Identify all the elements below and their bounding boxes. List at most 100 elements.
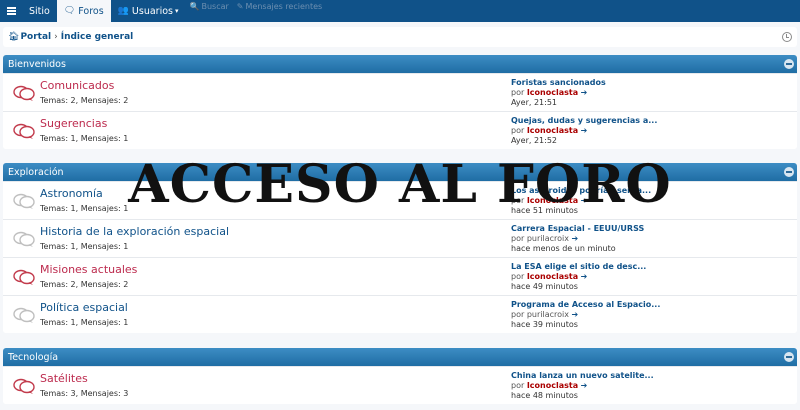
last-post-by: por xyxy=(511,88,525,97)
arrow-right-icon[interactable]: ➔ xyxy=(581,272,588,281)
forum-name[interactable]: Misiones actuales xyxy=(40,263,137,276)
forum-name[interactable]: Comunicados xyxy=(40,79,114,92)
last-post: La ESA elige el sitio de desc... por Ico… xyxy=(511,262,646,292)
forum-stats: Temas: 2, Mensajes: 2 xyxy=(40,280,129,289)
section-tecnologia: Tecnología Satélites Temas: 3, Mensajes:… xyxy=(3,348,797,404)
forum-unread-icon xyxy=(13,378,35,394)
arrow-right-icon[interactable]: ➔ xyxy=(572,234,579,243)
recent-icon: ✎ xyxy=(236,1,244,11)
arrow-right-icon[interactable]: ➔ xyxy=(581,381,588,390)
forum-name[interactable]: Política espacial xyxy=(40,301,128,314)
section-title[interactable]: Bienvenidos xyxy=(8,59,66,70)
breadcrumb-index[interactable]: Índice general xyxy=(61,32,134,42)
collapse-icon[interactable] xyxy=(784,167,794,177)
last-post-by: por xyxy=(511,272,525,281)
nav-sitio-label: Sitio xyxy=(29,5,50,17)
forum-stats: Temas: 1, Mensajes: 1 xyxy=(40,134,129,143)
nav-recent[interactable]: ✎ Mensajes recientes xyxy=(233,0,326,22)
section-title[interactable]: Tecnología xyxy=(8,352,58,363)
nav-usuarios[interactable]: 👥 Usuarios ▾ xyxy=(111,0,186,22)
forum-row: Sugerencias Temas: 1, Mensajes: 1 Quejas… xyxy=(3,111,797,149)
last-post: Los asteroides podrían ser la... por Ico… xyxy=(511,186,651,216)
section-title[interactable]: Exploración xyxy=(8,167,64,178)
top-navbar: Sitio 🗨 Foros 👥 Usuarios ▾ 🔍 Buscar ✎ Me… xyxy=(0,0,800,22)
forum-row: Satélites Temas: 3, Mensajes: 3 China la… xyxy=(3,366,797,404)
section-header: Bienvenidos xyxy=(3,55,797,73)
forum-row: Astronomía Temas: 1, Mensajes: 1 Los ast… xyxy=(3,181,797,219)
nav-sitio[interactable]: Sitio xyxy=(22,0,57,22)
forum-row: Política espacial Temas: 1, Mensajes: 1 … xyxy=(3,295,797,333)
forum-row: Historia de la exploración espacial Tema… xyxy=(3,219,797,257)
arrow-right-icon[interactable]: ➔ xyxy=(572,310,579,319)
home-icon: 🏠︎ xyxy=(8,32,20,42)
forum-read-icon xyxy=(13,307,35,323)
last-post-title[interactable]: La ESA elige el sitio de desc... xyxy=(511,262,646,272)
last-post-by: por xyxy=(511,196,525,205)
forum-unread-icon xyxy=(13,85,35,101)
last-post-time: hace 49 minutos xyxy=(511,282,578,291)
breadcrumb-portal[interactable]: Portal xyxy=(20,32,51,42)
last-post-title[interactable]: Los asteroides podrían ser la... xyxy=(511,186,651,196)
nav-buscar-label: Buscar xyxy=(201,1,229,11)
chat-icon: 🗨 xyxy=(63,6,76,16)
last-post-title[interactable]: Carrera Espacial - EEUU/URSS xyxy=(511,224,644,234)
last-post-user[interactable]: Iconoclasta xyxy=(527,196,578,205)
chevron-down-icon: ▾ xyxy=(174,7,179,15)
forum-row: Comunicados Temas: 2, Mensajes: 2 Forist… xyxy=(3,73,797,111)
last-post: Foristas sancionados por Iconoclasta ➔ A… xyxy=(511,78,606,108)
forum-unread-icon xyxy=(13,269,35,285)
forum-stats: Temas: 1, Mensajes: 1 xyxy=(40,204,129,213)
forum-name[interactable]: Satélites xyxy=(40,372,88,385)
last-post-by: por xyxy=(511,310,525,319)
last-post-user[interactable]: Iconoclasta xyxy=(527,381,578,390)
section-bienvenidos: Bienvenidos Comunicados Temas: 2, Mensaj… xyxy=(3,55,797,149)
last-post-by: por xyxy=(511,234,525,243)
last-post-title[interactable]: Programa de Acceso al Espacio... xyxy=(511,300,660,310)
arrow-right-icon[interactable]: ➔ xyxy=(581,196,588,205)
last-post-time: Ayer, 21:52 xyxy=(511,136,558,145)
last-post-time: hace 39 minutos xyxy=(511,320,578,329)
last-post-by: por xyxy=(511,126,525,135)
nav-usuarios-label: Usuarios xyxy=(131,5,173,17)
nav-foros-label: Foros xyxy=(78,5,104,17)
last-post-time: hace 48 minutos xyxy=(511,391,578,400)
forum-stats: Temas: 3, Mensajes: 3 xyxy=(40,389,129,398)
last-post-time: Ayer, 21:51 xyxy=(511,98,558,107)
section-header: Tecnología xyxy=(3,348,797,366)
last-post: Programa de Acceso al Espacio... por pur… xyxy=(511,300,660,330)
last-post-time: hace menos de un minuto xyxy=(511,244,616,253)
forum-unread-icon xyxy=(13,123,35,139)
arrow-right-icon[interactable]: ➔ xyxy=(581,126,588,135)
nav-recent-label: Mensajes recientes xyxy=(245,1,323,11)
forum-read-icon xyxy=(13,231,35,247)
hamburger-icon xyxy=(6,7,16,15)
users-icon: 👥 xyxy=(117,6,129,16)
last-post-user[interactable]: Iconoclasta xyxy=(527,126,578,135)
collapse-icon[interactable] xyxy=(784,59,794,69)
search-icon: 🔍 xyxy=(189,1,200,11)
last-post-title[interactable]: Quejas, dudas y sugerencias a... xyxy=(511,116,657,126)
forum-read-icon xyxy=(13,193,35,209)
last-post-time: hace 51 minutos xyxy=(511,206,578,215)
last-post-user[interactable]: purilacroix xyxy=(527,234,569,243)
forum-name[interactable]: Sugerencias xyxy=(40,117,107,130)
last-post-title[interactable]: Foristas sancionados xyxy=(511,78,606,88)
forum-stats: Temas: 2, Mensajes: 2 xyxy=(40,96,129,105)
forum-stats: Temas: 1, Mensajes: 1 xyxy=(40,318,129,327)
last-post-title[interactable]: China lanza un nuevo satelite... xyxy=(511,371,654,381)
nav-buscar[interactable]: 🔍 Buscar xyxy=(186,0,233,22)
forum-name[interactable]: Astronomía xyxy=(40,187,103,200)
last-post: China lanza un nuevo satelite... por Ico… xyxy=(511,371,654,401)
breadcrumb: 🏠︎ Portal › Índice general xyxy=(3,27,797,47)
nav-foros[interactable]: 🗨 Foros xyxy=(56,0,111,22)
last-post: Carrera Espacial - EEUU/URSS por purilac… xyxy=(511,224,644,254)
collapse-icon[interactable] xyxy=(784,352,794,362)
last-post-user[interactable]: Iconoclasta xyxy=(527,88,578,97)
arrow-right-icon[interactable]: ➔ xyxy=(581,88,588,97)
last-post-user[interactable]: purilacroix xyxy=(527,310,569,319)
forum-name[interactable]: Historia de la exploración espacial xyxy=(40,225,229,238)
menu-button[interactable] xyxy=(0,0,22,22)
clock-icon[interactable] xyxy=(782,32,792,42)
last-post-by: por xyxy=(511,381,525,390)
last-post-user[interactable]: Iconoclasta xyxy=(527,272,578,281)
